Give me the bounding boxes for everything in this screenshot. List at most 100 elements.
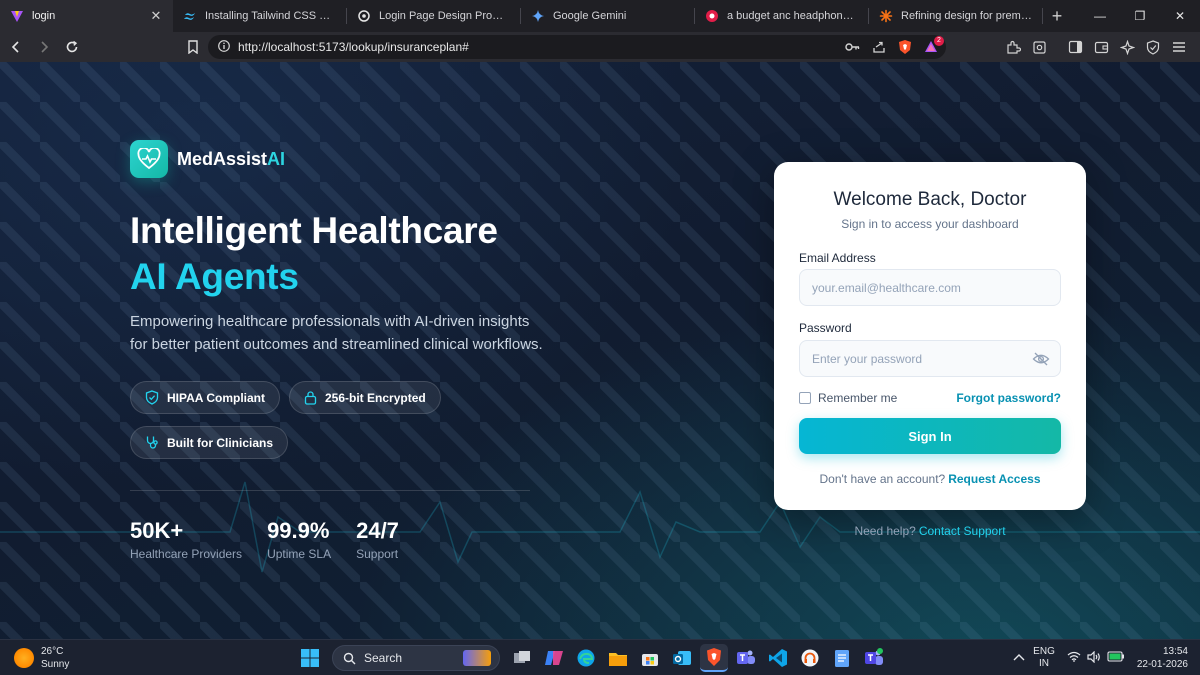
login-page: MedAssistAI Intelligent Healthcare AI Ag… (0, 62, 1200, 639)
taskbar-search[interactable]: Search (332, 645, 500, 671)
forward-icon[interactable] (32, 35, 56, 59)
wifi-icon[interactable] (1067, 651, 1081, 665)
stat-uptime: 99.9% Uptime SLA (267, 518, 331, 561)
volume-icon[interactable] (1087, 650, 1101, 666)
reload-icon[interactable] (60, 35, 84, 59)
tab-title: Installing Tailwind CSS with Vite (205, 10, 336, 22)
stethoscope-icon (145, 435, 159, 450)
browser-tab-bar: login ✕ Installing Tailwind CSS with Vit… (0, 0, 1200, 32)
extensions-icon[interactable] (1002, 36, 1024, 58)
address-bar[interactable]: http://localhost:5173/lookup/insurancepl… (208, 35, 946, 59)
back-icon[interactable] (4, 35, 28, 59)
brand-name-accent: AI (267, 148, 286, 169)
sign-in-button[interactable]: Sign In (799, 418, 1061, 454)
vpn-icon[interactable] (1142, 36, 1164, 58)
tab-tailwind[interactable]: Installing Tailwind CSS with Vite (173, 0, 346, 32)
badge-clinicians: Built for Clinicians (130, 426, 289, 459)
chevron-up-icon[interactable] (1013, 653, 1025, 664)
notepad-icon[interactable] (828, 644, 856, 672)
screenshot-icon[interactable] (1028, 36, 1050, 58)
battery-icon[interactable] (1107, 651, 1125, 665)
stat-providers: 50K+ Healthcare Providers (130, 518, 242, 561)
tab-login-prompt[interactable]: Login Page Design Prompt (347, 0, 520, 32)
email-field[interactable] (812, 280, 1048, 295)
tab-login[interactable]: login ✕ (0, 0, 173, 32)
clock[interactable]: 13:54 22-01-2026 (1137, 645, 1188, 671)
close-tab-icon[interactable]: ✕ (149, 8, 163, 24)
vscode-icon[interactable] (764, 644, 792, 672)
tab-refining-design[interactable]: Refining design for premium res (869, 0, 1042, 32)
remember-me-checkbox[interactable] (799, 392, 811, 404)
app-headphones-icon[interactable] (796, 644, 824, 672)
outlook-icon[interactable] (668, 644, 696, 672)
teams-work-icon[interactable] (860, 644, 888, 672)
search-icon (343, 652, 356, 664)
remember-me-label: Remember me (818, 391, 898, 405)
copilot-icon[interactable] (540, 644, 568, 672)
eye-off-icon[interactable] (1032, 350, 1050, 368)
toolbar-actions (1000, 32, 1192, 62)
edge-icon[interactable] (572, 644, 600, 672)
no-account-text: Don't have an account? (819, 472, 946, 486)
task-view-icon[interactable] (508, 644, 536, 672)
menu-icon[interactable] (1168, 36, 1190, 58)
tailwind-icon (183, 9, 197, 23)
file-explorer-icon[interactable] (604, 644, 632, 672)
brand-name-main: MedAssist (177, 148, 268, 169)
teams-icon[interactable] (732, 644, 760, 672)
login-subtitle: Sign in to access your dashboard (841, 217, 1019, 231)
leo-ai-icon[interactable] (1116, 36, 1138, 58)
request-access-link[interactable]: Request Access (948, 472, 1040, 486)
close-window-icon[interactable]: ✕ (1160, 0, 1200, 32)
url-text: http://localhost:5173/lookup/insurancepl… (238, 40, 469, 54)
forgot-password-link[interactable]: Forgot password? (956, 391, 1061, 405)
language-indicator[interactable]: ENG IN (1033, 646, 1055, 670)
language-line2: IN (1039, 658, 1049, 669)
key-icon[interactable] (842, 36, 864, 58)
address-bar-actions: 2 (840, 32, 944, 62)
password-label: Password (799, 321, 852, 335)
vite-icon (10, 9, 24, 23)
store-icon[interactable] (636, 644, 664, 672)
tab-headphone[interactable]: a budget anc headphone or a g (695, 0, 868, 32)
brave-rewards-icon[interactable]: 2 (920, 36, 944, 58)
weather-temperature: 26°C (41, 646, 64, 657)
stat-label: Healthcare Providers (130, 547, 243, 561)
heart-pulse-icon (130, 140, 168, 178)
restore-icon[interactable]: ❐ (1120, 0, 1160, 32)
login-card: Welcome Back, Doctor Sign in to access y… (774, 162, 1086, 510)
password-field[interactable] (812, 351, 1048, 366)
gemini-icon (531, 9, 545, 23)
password-field-wrapper (799, 340, 1061, 377)
contact-support-link[interactable]: Contact Support (919, 524, 1006, 538)
info-icon[interactable] (218, 39, 230, 55)
badge-label: Built for Clinicians (167, 435, 274, 450)
notification-badge: 2 (934, 36, 944, 46)
shield-check-icon (145, 390, 159, 405)
stat-label: Uptime SLA (267, 547, 332, 561)
share-icon[interactable] (868, 36, 890, 58)
wallet-icon[interactable] (1090, 36, 1112, 58)
tab-title: a budget anc headphone or a g (727, 10, 858, 22)
weather-widget[interactable]: 26°C Sunny (14, 645, 69, 671)
stat-value: 50K+ (130, 518, 184, 543)
bookmark-icon[interactable] (182, 36, 204, 58)
minimize-icon[interactable]: ― (1080, 0, 1120, 32)
tab-title: Login Page Design Prompt (379, 10, 510, 22)
claude-icon (879, 9, 893, 23)
badge-label: 256-bit Encrypted (325, 390, 426, 405)
brave-shield-icon[interactable] (894, 36, 916, 58)
sun-icon (14, 648, 34, 668)
clock-time: 13:54 (1162, 646, 1188, 657)
badge-encrypted: 256-bit Encrypted (289, 381, 441, 414)
search-label: Search (364, 651, 403, 665)
sidebar-icon[interactable] (1064, 36, 1086, 58)
windows-start-icon[interactable] (296, 644, 324, 672)
taskbar: 26°C Sunny Search ENG IN 13:54 22-01-202… (0, 639, 1200, 675)
new-tab-button[interactable]: + (1043, 0, 1071, 32)
email-label: Email Address (799, 251, 876, 265)
brave-browser-icon[interactable] (700, 644, 728, 672)
lock-icon (304, 390, 317, 405)
tab-gemini[interactable]: Google Gemini (521, 0, 694, 32)
search-highlight-icon (463, 650, 491, 666)
